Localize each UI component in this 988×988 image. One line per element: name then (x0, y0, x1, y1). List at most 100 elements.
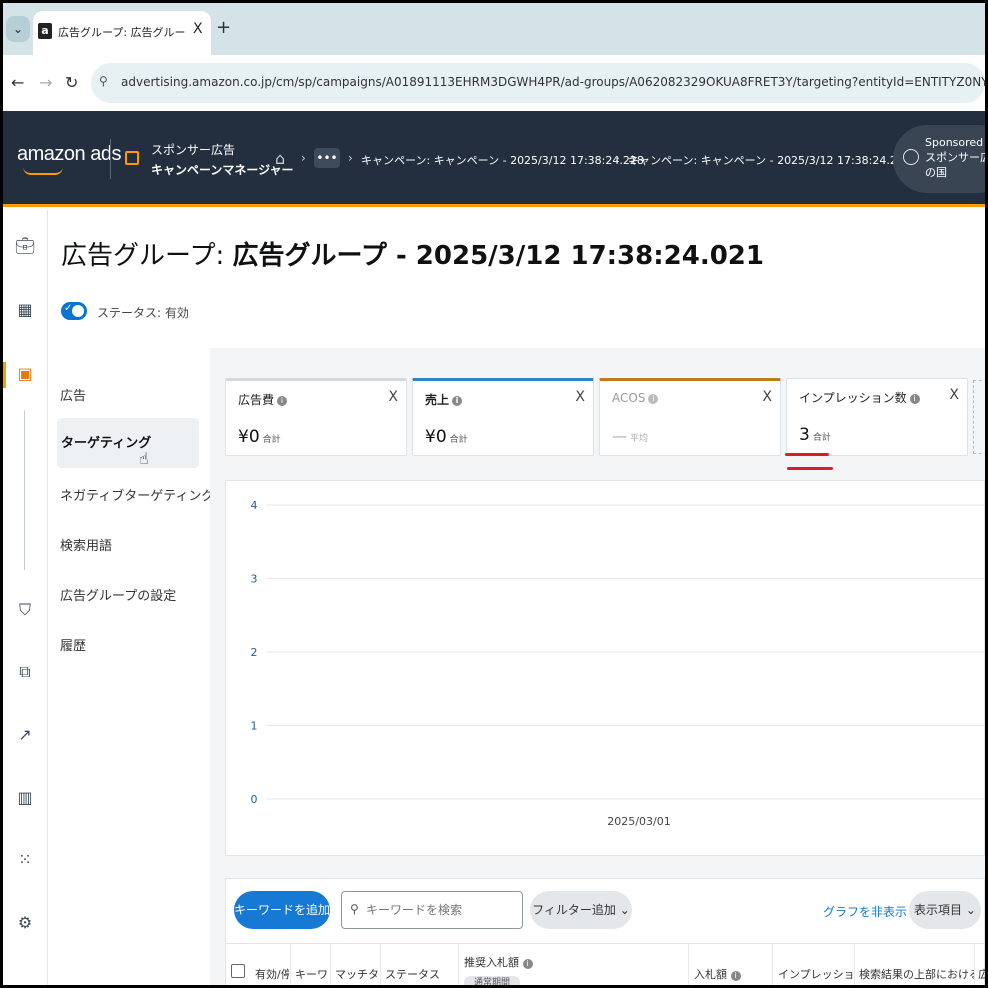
column-header-more[interactable]: 広 (978, 966, 985, 982)
back-arrow-icon[interactable]: ← (11, 73, 24, 92)
column-divider (458, 944, 459, 985)
column-header-top-of-search-is[interactable]: 検索結果の上部におけるIS% (859, 966, 974, 982)
info-icon[interactable]: i (648, 393, 659, 404)
column-header-suggested-bid[interactable]: 推奨入札額 i (464, 954, 554, 970)
country-line-3: の国 (925, 166, 947, 179)
metric-close-icon[interactable]: X (388, 389, 398, 405)
breadcrumb-campaign-current[interactable]: キャンペーン: キャンペーン - 2025/3/12 17:38:24.228 (628, 152, 911, 168)
header-divider (110, 139, 111, 179)
hide-graph-link[interactable]: グラフを非表示 (823, 903, 907, 920)
bar-chart-icon[interactable]: ▥ (15, 788, 35, 808)
metric-aggregate: 合計 (449, 435, 468, 445)
left-icon-rail: 💼︎ ▦ ▣ ⛉ ⧉ ↗ ▥ ⁙ ⚙ (3, 210, 48, 985)
column-divider (974, 944, 975, 985)
product-subtitle: キャンペーンマネージャー (151, 163, 294, 177)
metric-label-text: 広告費 (238, 393, 275, 407)
status-toggle[interactable]: ✓ (61, 302, 87, 320)
site-settings-icon[interactable]: ⚲ (99, 74, 108, 88)
nav-item-targeting[interactable]: ターゲティング (57, 418, 199, 468)
targeting-table: キーワードを追加 ⚲ フィルター追加 ⌄ グラフを非表示 表示項目 ⌄ 有効/停… (225, 878, 985, 985)
metric-label-text: ACOS (612, 391, 646, 405)
metric-card-sales[interactable]: 売上 i X ¥0 合計 (412, 378, 594, 456)
metric-label-text: インプレッション数 (799, 391, 907, 405)
browser-window: ⌄ a 広告グループ: 広告グループ - 2025/ X + ← → ↻ ⚲ a… (3, 3, 985, 985)
country-selector-button[interactable]: Sponsored ads スポンサー広告 の国 (893, 125, 985, 193)
toggle-knob (72, 305, 84, 317)
info-icon[interactable]: i (522, 959, 533, 969)
info-icon[interactable]: i (277, 395, 288, 406)
rail-connector-line (24, 410, 25, 570)
nav-item-ad-group-settings[interactable]: 広告グループの設定 (60, 585, 176, 604)
media-library-icon[interactable]: ⧉ (15, 662, 35, 682)
country-line-1: Sponsored ads (925, 136, 985, 149)
breadcrumb-more-button[interactable]: ••• (314, 148, 340, 168)
forward-arrow-icon[interactable]: → (39, 73, 52, 92)
nav-item-history[interactable]: 履歴 (60, 635, 86, 654)
shield-icon[interactable]: ⛉ (15, 600, 35, 620)
nav-item-search-terms[interactable]: 検索用語 (60, 535, 112, 554)
nav-item-negative-targeting[interactable]: ネガティブターゲティング (60, 485, 214, 504)
tab-close-icon[interactable]: X (193, 21, 203, 37)
add-filter-button[interactable]: フィルター追加 ⌄ (530, 891, 632, 929)
omnibox[interactable]: ⚲ advertising.amazon.co.jp/cm/sp/campaig… (91, 63, 985, 103)
column-header-match-type[interactable]: マッチタイ (335, 966, 379, 982)
reload-icon[interactable]: ↻ (65, 73, 78, 92)
url-text[interactable]: advertising.amazon.co.jp/cm/sp/campaigns… (121, 75, 985, 89)
keyword-search-input[interactable] (366, 892, 516, 928)
suggested-bid-period-pill[interactable]: 通常期間 (464, 976, 520, 985)
metric-close-icon[interactable]: X (762, 389, 772, 405)
column-header-status[interactable]: ステータス (385, 966, 457, 982)
add-metric-card[interactable] (973, 380, 985, 454)
metric-value-number: ¥0 (238, 427, 260, 447)
column-header-keyword[interactable]: キーワ (295, 966, 329, 982)
add-filter-label: フィルター追加 (532, 903, 616, 917)
metric-aggregate: 合計 (812, 433, 831, 443)
page-title-name: 広告グループ - 2025/3/12 17:38:24.021 (232, 241, 764, 271)
chevron-down-icon: ⌄ (619, 903, 630, 917)
metric-label-text: 売上 (425, 393, 450, 407)
column-header-impressions[interactable]: インプレッション (778, 966, 854, 982)
metric-value: ¥0 合計 (238, 427, 281, 447)
metric-value: ¥0 合計 (425, 427, 468, 447)
metric-close-icon[interactable]: X (575, 389, 585, 405)
apps-grid-icon[interactable]: ⁙ (15, 850, 35, 870)
campaign-manager-icon[interactable]: ▣ (15, 364, 35, 384)
settings-gear-icon[interactable]: ⚙ (15, 913, 35, 933)
amazon-favicon-icon: a (38, 23, 52, 39)
browser-tab[interactable]: a 広告グループ: 広告グループ - 2025/ X (33, 11, 211, 55)
select-all-checkbox[interactable] (231, 964, 245, 978)
nav-item-ads[interactable]: 広告 (60, 385, 86, 404)
breadcrumb-campaign[interactable]: キャンペーン: キャンペーン - 2025/3/12 17:38:24.228 (361, 152, 644, 168)
metric-card-impressions[interactable]: インプレッション数 i X 3 合計 (786, 378, 968, 456)
amazon-ads-logo[interactable]: amazon ads (17, 143, 121, 166)
add-keyword-button[interactable]: キーワードを追加 (234, 891, 330, 929)
info-icon[interactable]: i (909, 393, 920, 404)
y-tick-label: 4 (251, 499, 258, 512)
tab-search-chevron-icon[interactable]: ⌄ (6, 16, 30, 42)
tab-title: 広告グループ: 広告グループ - 2025/ (58, 26, 186, 39)
ads-header: amazon ads スポンサー広告 キャンペーンマネージャー ⌂ › ••• … (3, 111, 985, 207)
amazon-smile-icon (23, 167, 63, 175)
tab-strip: ⌄ a 広告グループ: 広告グループ - 2025/ X + (3, 3, 985, 55)
country-selector-label: Sponsored ads スポンサー広告 の国 (925, 135, 985, 180)
metric-close-icon[interactable]: X (949, 387, 959, 403)
y-tick-label: 1 (251, 720, 258, 733)
metric-value-number: 3 (799, 425, 810, 445)
dashboard-grid-icon[interactable]: ▦ (15, 300, 35, 320)
metric-card-spend[interactable]: 広告費 i X ¥0 合計 (225, 378, 407, 456)
check-icon: ✓ (64, 303, 73, 314)
briefcase-icon[interactable]: 💼︎ (15, 236, 35, 256)
column-header-bid[interactable]: 入札額 i (694, 966, 774, 982)
page-title-prefix: 広告グループ: (61, 241, 233, 271)
info-icon[interactable]: i (730, 971, 741, 981)
metric-value: 3 合計 (799, 425, 831, 445)
home-icon[interactable]: ⌂ (275, 149, 285, 168)
trend-chart-icon[interactable]: ↗ (15, 725, 35, 745)
new-tab-button[interactable]: + (216, 17, 231, 38)
info-icon[interactable]: i (452, 395, 463, 406)
columns-button[interactable]: 表示項目 ⌄ (909, 891, 981, 929)
metric-card-acos[interactable]: ACOS i X — 平均 (599, 378, 781, 456)
product-name: スポンサー広告 (151, 143, 236, 157)
column-header-enabled[interactable]: 有効/停 (255, 966, 289, 982)
status-label: ステータス: 有効 (97, 306, 189, 320)
